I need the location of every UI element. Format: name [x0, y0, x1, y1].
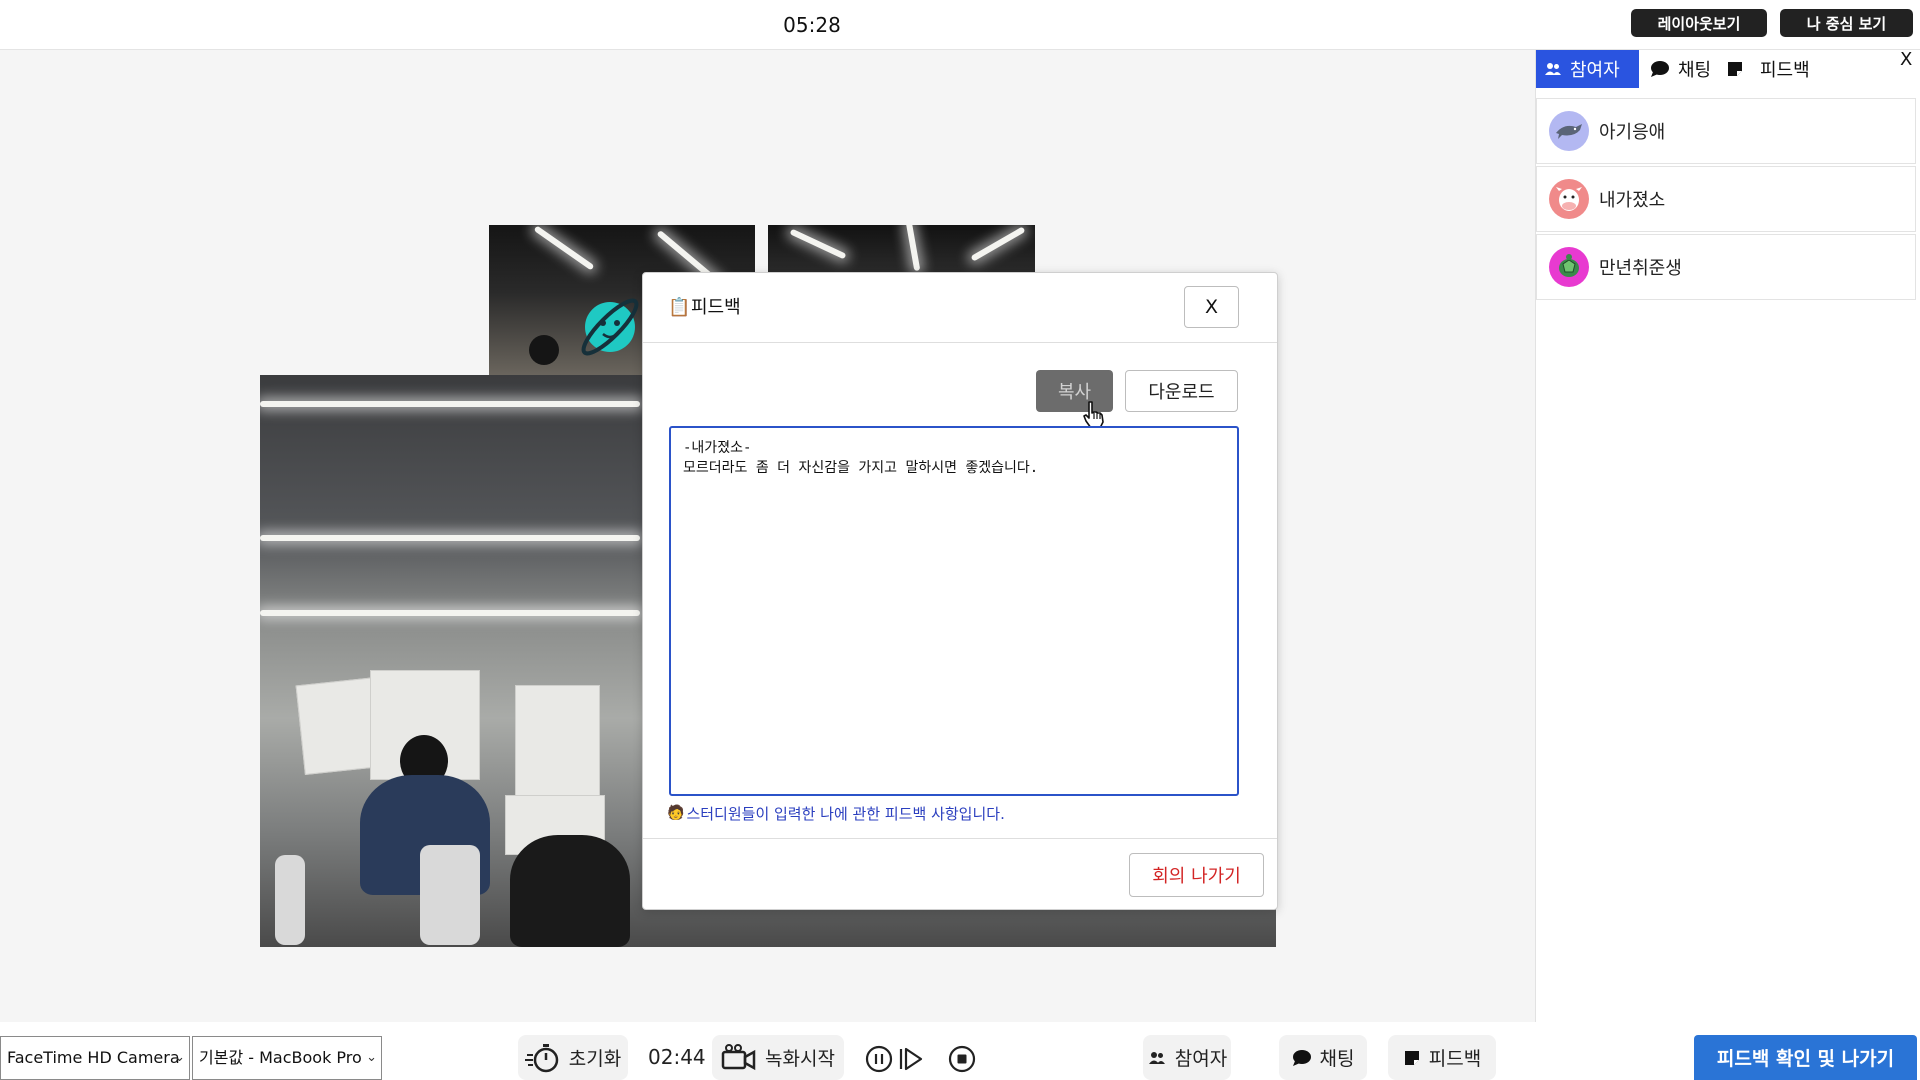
feedback-button-label: 피드백 — [1428, 1048, 1482, 1070]
side-panel-close-button[interactable]: X — [1900, 50, 1918, 70]
feedback-button[interactable]: 피드백 — [1388, 1035, 1496, 1080]
participant-item[interactable]: 아기응애 — [1536, 98, 1916, 164]
participant-item[interactable]: 내가졌소 — [1536, 166, 1916, 232]
chevron-down-icon: ⌄ — [366, 1050, 377, 1065]
planet-avatar-icon — [581, 298, 639, 356]
person-icon: 🧑 — [667, 805, 685, 821]
jacket — [510, 835, 630, 947]
tab-participants-label: 참여자 — [1570, 60, 1620, 81]
confirm-feedback-leave-button[interactable]: 피드백 확인 및 나가기 — [1694, 1035, 1917, 1080]
modal-footer-divider — [643, 838, 1277, 839]
tab-chat-label: 채팅 — [1678, 60, 1712, 81]
elapsed-time: 02:44 — [648, 1045, 706, 1069]
top-bar: 05:28 레이아웃보기 나 중심 보기 — [0, 0, 1920, 50]
modal-title: 피드백 — [691, 297, 741, 318]
feedback-textarea[interactable]: -내가졌소- 모르더라도 좀 더 자신감을 가지고 말하시면 좋겠습니다. — [669, 426, 1239, 796]
participant-name: 내가졌소 — [1599, 190, 1666, 211]
dolphin-avatar-icon — [1549, 111, 1589, 151]
side-panel: 참여자 채팅 피드백 X 아기응애 내가졌소 만년취준생 — [1536, 50, 1920, 1022]
video-feed — [768, 225, 1035, 275]
participants-button[interactable]: 참여자 — [1143, 1035, 1231, 1080]
clipboard-icon: 📋 — [668, 297, 691, 318]
chevron-down-icon: ⌄ — [174, 1050, 185, 1065]
ceiling-light — [789, 228, 847, 260]
chair — [420, 845, 480, 945]
chat-bubble-icon — [1651, 61, 1669, 77]
participant-name: 만년취준생 — [1599, 258, 1682, 279]
layout-view-button[interactable]: 레이아웃보기 — [1631, 9, 1767, 37]
ceiling-light — [260, 610, 640, 616]
pause-icon[interactable] — [865, 1045, 893, 1073]
leave-meeting-button[interactable]: 회의 나가기 — [1129, 853, 1264, 897]
participants-button-label: 참여자 — [1174, 1048, 1228, 1070]
camera-select-value: FaceTime HD Camera — [7, 1048, 180, 1067]
me-center-view-button[interactable]: 나 중심 보기 — [1780, 9, 1913, 37]
ceiling-light — [260, 535, 640, 541]
person-head — [529, 335, 559, 365]
ceiling-light — [260, 401, 640, 407]
ceiling-light — [533, 225, 595, 271]
chair — [275, 855, 305, 945]
note-icon — [1728, 62, 1742, 76]
stopwatch-icon — [524, 1043, 559, 1072]
bottom-bar: FaceTime HD Camera ⌄ 기본값 - MacBook Pro ⌄… — [0, 1035, 1920, 1080]
feedback-hint-text: 스터디원들이 입력한 나에 관한 피드백 사항입니다. — [686, 804, 1005, 823]
microphone-select[interactable]: 기본값 - MacBook Pro ⌄ — [192, 1036, 382, 1080]
meeting-timer: 05:28 — [783, 13, 841, 37]
feedback-modal: 📋 피드백 X 복사 다운로드 -내가졌소- 모르더라도 좀 더 자신감을 가지… — [642, 272, 1278, 910]
modal-header: 📋 피드백 X — [643, 273, 1277, 343]
modal-close-button[interactable]: X — [1184, 286, 1239, 328]
video-stage: 📋 피드백 X 복사 다운로드 -내가졌소- 모르더라도 좀 더 자신감을 가지… — [0, 50, 1536, 1022]
tab-chat[interactable]: 채팅 — [1642, 50, 1719, 88]
play-icon[interactable] — [897, 1045, 925, 1073]
people-icon — [1545, 63, 1561, 75]
tab-feedback[interactable]: 피드백 — [1718, 50, 1818, 88]
ceiling-light — [905, 225, 921, 272]
download-button[interactable]: 다운로드 — [1125, 370, 1238, 412]
stop-icon[interactable] — [948, 1045, 976, 1073]
chat-bubble-icon — [1292, 1049, 1311, 1066]
tab-participants[interactable]: 참여자 — [1536, 50, 1639, 88]
microphone-select-value: 기본값 - MacBook Pro — [199, 1048, 362, 1067]
video-camera-icon — [721, 1043, 756, 1070]
participant-item[interactable]: 만년취준생 — [1536, 234, 1916, 300]
reset-button[interactable]: 초기화 — [518, 1035, 628, 1080]
record-label: 녹화시작 — [765, 1048, 835, 1070]
tab-feedback-label: 피드백 — [1760, 60, 1810, 81]
camera-select[interactable]: FaceTime HD Camera ⌄ — [0, 1036, 190, 1080]
reset-label: 초기화 — [568, 1048, 622, 1070]
cow-avatar-icon — [1549, 179, 1589, 219]
chat-button[interactable]: 채팅 — [1279, 1035, 1367, 1080]
people-icon — [1148, 1051, 1165, 1064]
record-button[interactable]: 녹화시작 — [712, 1035, 844, 1080]
ceiling-light — [970, 226, 1026, 262]
turtle-avatar-icon — [1549, 247, 1589, 287]
feedback-hint: 🧑 스터디원들이 입력한 나에 관한 피드백 사항입니다. — [667, 802, 1005, 824]
participant-name: 아기응애 — [1599, 122, 1666, 143]
note-icon — [1404, 1050, 1419, 1065]
chat-button-label: 채팅 — [1319, 1048, 1355, 1070]
